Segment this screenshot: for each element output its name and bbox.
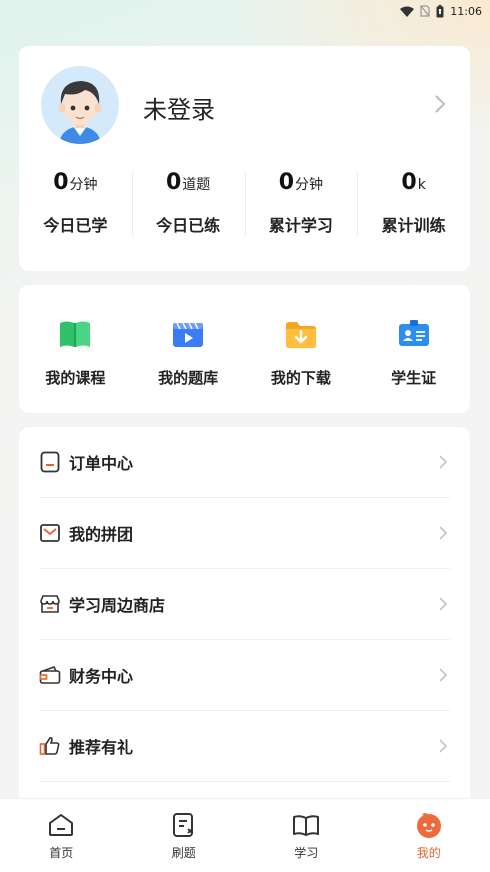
tab-practice[interactable]: 刷题	[123, 799, 246, 872]
login-status[interactable]: 未登录	[143, 90, 215, 125]
practice-icon	[170, 811, 198, 839]
menu-item-orders[interactable]: 订单中心	[39, 427, 450, 498]
stat-label: 累计学习	[268, 216, 333, 235]
stat-total-study[interactable]: 0 分钟 累计学习	[244, 164, 358, 244]
chevron-right-icon	[439, 526, 448, 540]
stats-row: 0 分钟 今日已学 0 道题 今日已练 0 分钟 累计学习 0k 累计训练	[19, 164, 470, 244]
stat-unit: 分钟	[295, 177, 324, 193]
menu-item-label: 财务中心	[69, 667, 134, 686]
stat-unit: 道题	[182, 177, 211, 193]
status-bar: 11:06	[0, 0, 490, 22]
my-courses-button[interactable]: 我的课程	[19, 285, 132, 413]
status-time: 11:06	[450, 4, 482, 18]
quick-links-card: 我的课程 我的题库 我的下载 学生证	[19, 285, 470, 413]
home-icon	[47, 811, 75, 839]
stat-number: 0	[53, 170, 69, 195]
group-buy-icon	[39, 522, 61, 544]
profile-face-icon	[415, 811, 443, 839]
menu-item-label: 我的拼团	[69, 525, 134, 544]
chevron-right-icon[interactable]	[434, 94, 446, 114]
my-downloads-button[interactable]: 我的下载	[245, 285, 358, 413]
menu-item-label: 推荐有礼	[69, 738, 134, 757]
folder-download-icon	[285, 322, 316, 348]
thumbs-up-icon	[39, 735, 61, 757]
stat-today-study[interactable]: 0 分钟 今日已学	[19, 164, 132, 244]
chevron-right-icon	[439, 597, 448, 611]
bottom-tab-bar: 首页 刷题 学习 我的	[0, 798, 490, 872]
chevron-right-icon	[439, 739, 448, 753]
menu-item-referral[interactable]: 推荐有礼	[39, 711, 450, 782]
tab-label: 首页	[49, 846, 74, 860]
tab-study[interactable]: 学习	[245, 799, 368, 872]
id-card-icon	[398, 320, 429, 346]
stat-number: 0	[278, 170, 295, 195]
stat-number: 0	[165, 170, 182, 195]
chevron-right-icon	[439, 455, 448, 469]
menu-card: 订单中心 我的拼团 学习周边商店 财务中心 推荐有礼	[19, 427, 470, 827]
finance-icon	[39, 664, 61, 686]
chevron-right-icon	[439, 668, 448, 682]
stat-unit: k	[417, 177, 426, 193]
tab-label: 刷题	[171, 846, 196, 860]
avatar[interactable]	[41, 66, 119, 144]
book-icon	[60, 321, 91, 347]
stat-today-practice[interactable]: 0 道题 今日已练	[131, 164, 245, 244]
tab-profile[interactable]: 我的	[368, 799, 490, 872]
stat-unit: 分钟	[69, 177, 98, 193]
video-icon	[173, 322, 204, 347]
stat-label: 累计训练	[381, 216, 446, 235]
tab-label: 学习	[294, 846, 319, 860]
battery-icon	[436, 4, 444, 17]
quick-link-label: 我的题库	[158, 369, 219, 387]
quick-link-label: 我的下载	[270, 369, 331, 387]
menu-item-group-buy[interactable]: 我的拼团	[39, 498, 450, 569]
open-book-icon	[292, 811, 320, 839]
stat-label: 今日已练	[156, 216, 221, 235]
wifi-icon	[400, 6, 415, 17]
stat-total-training[interactable]: 0k 累计训练	[357, 164, 470, 244]
quick-link-label: 学生证	[391, 369, 437, 387]
order-icon	[39, 451, 61, 473]
menu-item-shop[interactable]: 学习周边商店	[39, 569, 450, 640]
no-sim-icon	[420, 5, 430, 17]
stat-label: 今日已学	[43, 216, 108, 235]
menu-item-label: 学习周边商店	[69, 596, 166, 615]
shop-icon	[39, 593, 61, 615]
quick-link-label: 我的课程	[45, 369, 106, 387]
stat-number: 0	[401, 170, 417, 195]
profile-card[interactable]: 未登录 0 分钟 今日已学 0 道题 今日已练 0 分钟 累计学习 0k 累计训练	[19, 46, 470, 271]
menu-item-finance[interactable]: 财务中心	[39, 640, 450, 711]
tab-home[interactable]: 首页	[0, 799, 123, 872]
my-question-bank-button[interactable]: 我的题库	[132, 285, 245, 413]
menu-item-label: 订单中心	[69, 454, 134, 473]
student-id-button[interactable]: 学生证	[357, 285, 470, 413]
tab-label: 我的	[416, 846, 441, 860]
